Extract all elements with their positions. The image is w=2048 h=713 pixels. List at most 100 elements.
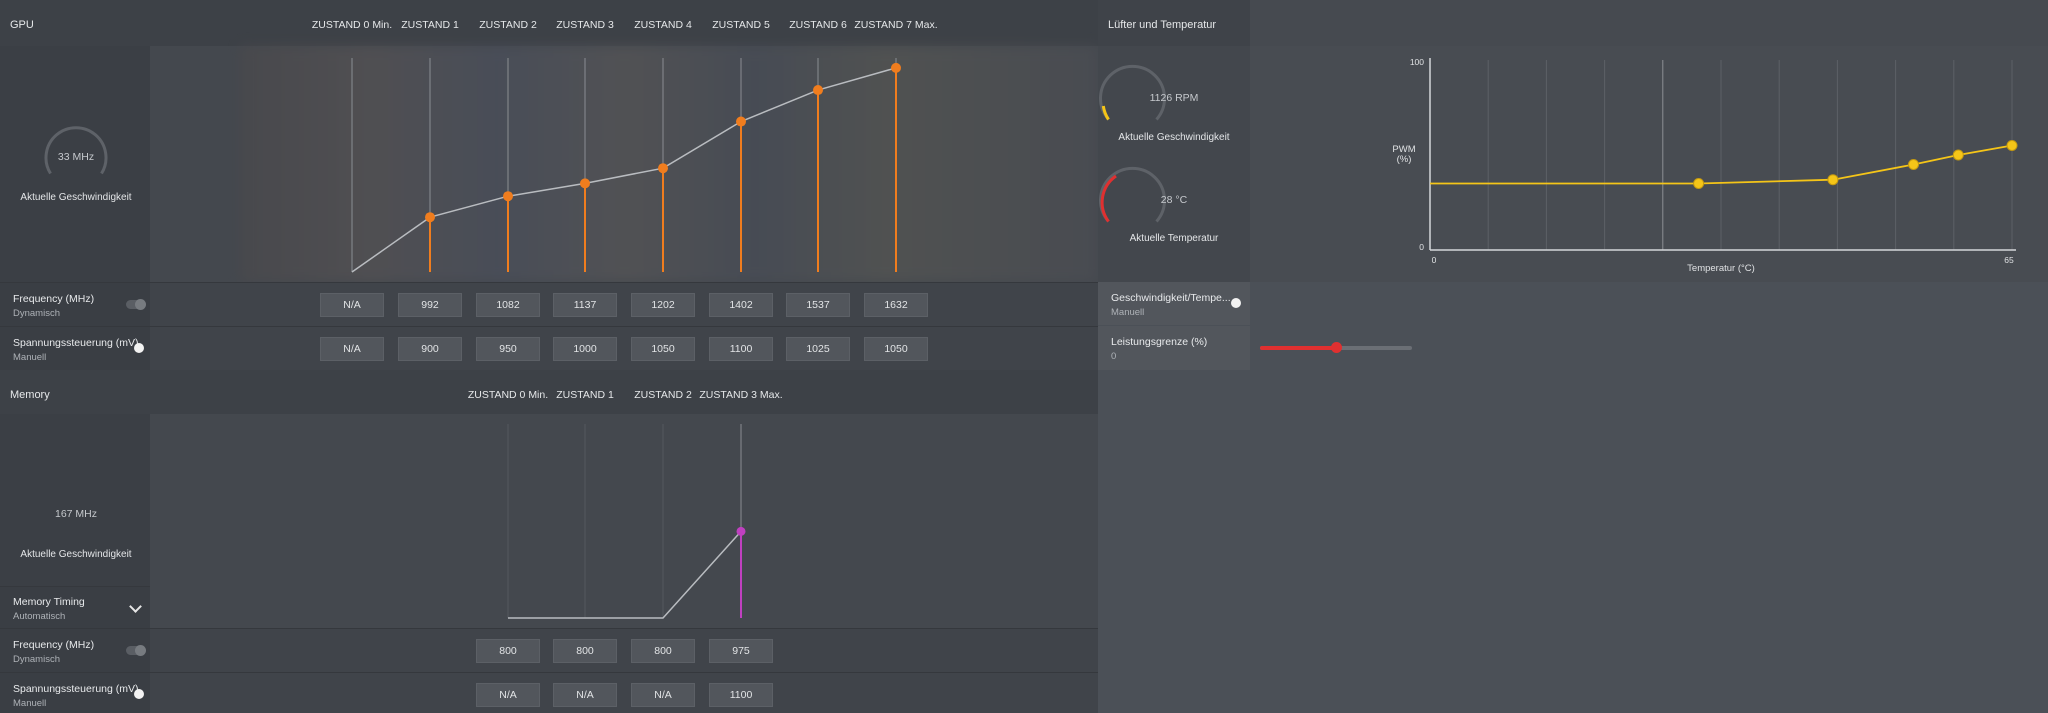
gpu-state-point[interactable]	[736, 116, 746, 127]
fan-curve-line[interactable]	[1430, 140, 2018, 189]
chevron-down-icon	[129, 600, 142, 613]
memory-voltage-value[interactable]: N/A	[476, 683, 540, 707]
gpu-voltage-value[interactable]: 1025	[786, 337, 850, 361]
temp-label: Aktuelle Temperatur	[1129, 233, 1219, 244]
fan-curve-point[interactable]	[1952, 149, 1964, 161]
gpu-voltage-value[interactable]: 950	[476, 337, 540, 361]
memory-voltage-value[interactable]: 1100	[709, 683, 773, 707]
gpu-state-point[interactable]	[425, 212, 435, 223]
memory-frequency-mode: Dynamisch	[13, 654, 60, 665]
fan-ytick-top: 100	[1410, 57, 1424, 67]
gpu-voltage-value[interactable]: N/A	[320, 337, 384, 361]
memory-gauge-panel	[0, 414, 150, 586]
memory-state-curve[interactable]	[507, 424, 746, 619]
fan-speed-control-toggle[interactable]	[1231, 298, 1241, 308]
memory-state-label: ZUSTAND 2	[634, 389, 692, 401]
gpu-voltage-value[interactable]: 1100	[709, 337, 773, 361]
memory-voltage-row: Spannungssteuerung (mV) Manuell N/A N/A …	[0, 672, 1098, 713]
fan-curve-point[interactable]	[1908, 159, 1920, 170]
gpu-voltage-value[interactable]: 1000	[553, 337, 617, 361]
gpu-voltage-value[interactable]: 1050	[631, 337, 695, 361]
gpu-voltage-mode: Manuell	[13, 352, 47, 363]
gpu-gauge-label: Aktuelle Geschwindigkeit	[20, 192, 132, 203]
gpu-gauge-value: 33 MHz	[57, 151, 95, 163]
fan-speed-label: Aktuelle Geschwindigkeit	[1118, 132, 1230, 143]
gpu-frequency-value[interactable]: 1082	[476, 293, 540, 317]
fan-xtick-right: 65	[2004, 255, 2014, 265]
gpu-frequency-value[interactable]: 1632	[864, 293, 928, 317]
gpu-state-point[interactable]	[503, 191, 513, 202]
memory-frequency-line	[508, 530, 742, 619]
fan-header-bar	[1250, 0, 2048, 46]
temp-gauge-track	[1099, 166, 1166, 223]
gpu-voltage-title: Spannungssteuerung (mV)	[13, 337, 139, 349]
memory-gauge-label: Aktuelle Geschwindigkeit	[20, 549, 132, 560]
gpu-state-point[interactable]	[891, 62, 901, 73]
gpu-frequency-control: Frequency (MHz) Dynamisch	[0, 283, 150, 326]
memory-voltage-mode: Manuell	[13, 698, 47, 709]
gpu-state-point[interactable]	[580, 178, 590, 189]
memory-voltage-value[interactable]: N/A	[553, 683, 617, 707]
memory-frequency-toggle[interactable]	[126, 645, 146, 656]
gpu-frequency-line	[351, 67, 897, 273]
power-limit-slider-fill	[1260, 346, 1336, 350]
gpu-frequency-value[interactable]: 992	[398, 293, 462, 317]
fan-curve-point[interactable]	[1827, 174, 1839, 186]
memory-title: Memory	[10, 389, 50, 401]
fan-xlabel: Temperatur (°C)	[1687, 263, 1755, 274]
memory-state-label: ZUSTAND 0 Min.	[467, 389, 549, 401]
fan-xtick-left: 0	[1432, 255, 1437, 265]
fan-curve-point[interactable]	[1693, 178, 1705, 189]
memory-frequency-value[interactable]: 800	[631, 639, 695, 663]
memory-frequency-row: Frequency (MHz) Dynamisch 800 800 800 97…	[0, 628, 1098, 672]
power-limit-control: Leistungsgrenze (%) 0	[1098, 326, 1250, 370]
memory-timing-title: Memory Timing	[13, 596, 85, 608]
fan-title: Lüfter und Temperatur	[1108, 19, 1217, 31]
power-limit-value: 0	[1111, 351, 1117, 362]
gpu-frequency-mode: Dynamisch	[13, 308, 60, 319]
memory-state-label: ZUSTAND 3 Max.	[699, 389, 783, 401]
gpu-frequency-toggle[interactable]	[126, 299, 146, 310]
memory-frequency-value[interactable]: 975	[709, 639, 773, 663]
memory-frequency-control: Frequency (MHz) Dynamisch	[0, 629, 150, 672]
gpu-state-point[interactable]	[813, 85, 823, 96]
gpu-state-point[interactable]	[658, 163, 668, 174]
fan-curve-chart: PWM (%) 100 0 0 65 Temperatur (°C)	[1392, 57, 2018, 274]
fan-ytick-bottom: 0	[1419, 242, 1424, 252]
gpu-frequency-value[interactable]: N/A	[320, 293, 384, 317]
memory-voltage-toggle[interactable]	[134, 689, 144, 699]
fan-speed-value: 1126 RPM	[1149, 92, 1199, 104]
memory-voltage-control: Spannungssteuerung (mV) Manuell	[0, 673, 150, 713]
power-limit-slider-handle[interactable]	[1331, 342, 1342, 353]
fan-speed-control-title: Geschwindigkeit/Tempe...	[1111, 292, 1231, 304]
temp-value: 28 °C	[1160, 194, 1188, 206]
gpu-state-curve[interactable]	[351, 58, 901, 273]
memory-timing-dropdown[interactable]: Memory Timing Automatisch	[0, 586, 150, 629]
memory-voltage-title: Spannungssteuerung (mV)	[13, 683, 139, 695]
memory-frequency-title: Frequency (MHz)	[13, 639, 95, 651]
fan-gauges	[1099, 64, 1166, 223]
fan-speed-gauge-fill	[1101, 105, 1110, 121]
power-limit-slider[interactable]	[1260, 342, 1412, 353]
gpu-frequency-value[interactable]: 1202	[631, 293, 695, 317]
gpu-frequency-value[interactable]: 1137	[553, 293, 617, 317]
gpu-voltage-toggle[interactable]	[134, 343, 144, 353]
gpu-voltage-control: Spannungssteuerung (mV) Manuell	[0, 327, 150, 370]
fan-header: Lüfter und Temperatur	[1098, 0, 1250, 46]
gpu-voltage-row: Spannungssteuerung (mV) Manuell N/A 900 …	[0, 326, 1098, 370]
fan-curve-point[interactable]	[2006, 140, 2018, 151]
memory-header: Memory ZUSTAND 0 Min. ZUSTAND 1 ZUSTAND …	[0, 370, 1098, 414]
fan-speed-control-mode: Manuell	[1111, 307, 1145, 318]
gpu-voltage-value[interactable]: 1050	[864, 337, 928, 361]
memory-voltage-value[interactable]: N/A	[631, 683, 695, 707]
memory-timing-mode: Automatisch	[13, 611, 66, 622]
gpu-frequency-value[interactable]: 1402	[709, 293, 773, 317]
gpu-voltage-value[interactable]: 900	[398, 337, 462, 361]
gpu-frequency-title: Frequency (MHz)	[13, 293, 95, 305]
memory-frequency-value[interactable]: 800	[476, 639, 540, 663]
memory-state-label: ZUSTAND 1	[556, 389, 614, 401]
fan-speed-control: Geschwindigkeit/Tempe... Manuell	[1098, 282, 1250, 325]
memory-state-point[interactable]	[736, 526, 746, 536]
memory-frequency-value[interactable]: 800	[553, 639, 617, 663]
gpu-frequency-value[interactable]: 1537	[786, 293, 850, 317]
